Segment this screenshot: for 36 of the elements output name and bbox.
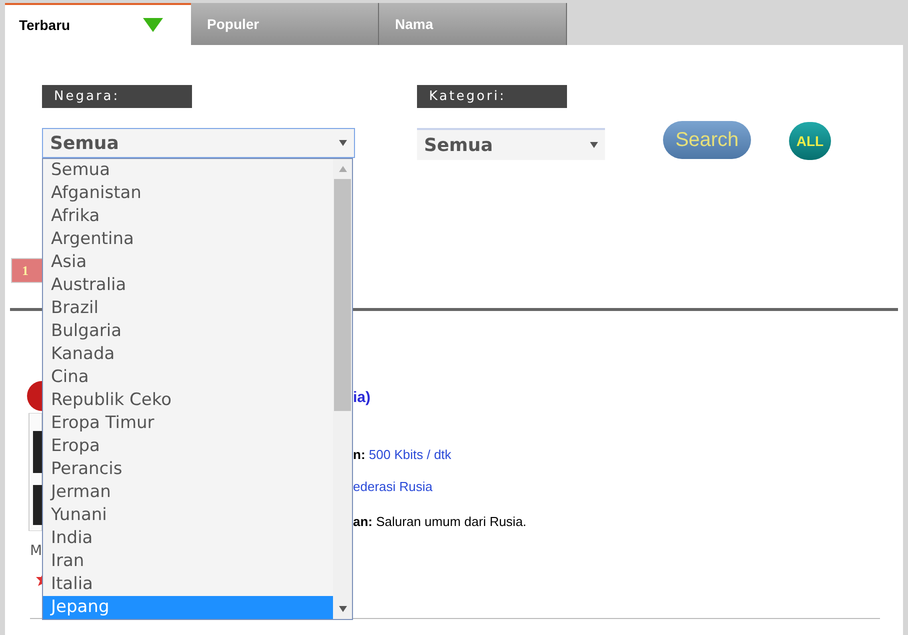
dropdown-option[interactable]: Republik Ceko bbox=[43, 389, 333, 412]
dropdown-option[interactable]: Argentina bbox=[43, 228, 333, 251]
field-label: Kategori: bbox=[417, 85, 567, 108]
dropdown-option[interactable]: Brazil bbox=[43, 297, 333, 320]
dropdown-option[interactable]: Afrika bbox=[43, 205, 333, 228]
dropdown-option[interactable]: Afganistan bbox=[43, 182, 333, 205]
country-select[interactable]: Semua bbox=[42, 128, 355, 158]
dropdown-option[interactable]: Yunani bbox=[43, 504, 333, 527]
dropdown-option[interactable]: Eropa Timur bbox=[43, 412, 333, 435]
dropdown-option[interactable]: Jerman bbox=[43, 481, 333, 504]
dropdown-option[interactable]: Kanada bbox=[43, 343, 333, 366]
dropdown-arrow-icon bbox=[590, 142, 598, 148]
scroll-down-icon bbox=[338, 606, 346, 612]
dropdown-option[interactable]: Italia bbox=[43, 573, 333, 596]
dropdown-option[interactable]: Asia bbox=[43, 251, 333, 274]
description-text: an: Saluran umum dari Rusia. bbox=[353, 512, 526, 530]
field-label: Negara: bbox=[42, 85, 192, 108]
dropdown-option[interactable]: Cina bbox=[43, 366, 333, 389]
country-link[interactable]: ederasi Rusia bbox=[353, 477, 526, 496]
tab[interactable]: Terbaru bbox=[5, 3, 191, 45]
caption: M bbox=[30, 542, 42, 561]
scroll-up-icon bbox=[338, 166, 346, 172]
dropdown-option[interactable]: Eropa bbox=[43, 435, 333, 458]
dropdown-option[interactable]: Perancis bbox=[43, 458, 333, 481]
dropdown-option[interactable]: India bbox=[43, 527, 333, 550]
station-title-link[interactable]: ia) bbox=[353, 387, 526, 410]
scroll-thumb[interactable] bbox=[334, 179, 351, 411]
dropdown-option[interactable]: Australia bbox=[43, 274, 333, 297]
caret-icon bbox=[143, 18, 163, 32]
dropdown-arrow-icon bbox=[339, 140, 347, 146]
dropdown-option[interactable]: Iran bbox=[43, 550, 333, 573]
category-select[interactable]: Semua bbox=[417, 128, 605, 160]
station-logo-icon bbox=[26, 381, 42, 411]
speed-text: n: 500 Kbits / dtk bbox=[353, 446, 452, 464]
dropdown-option[interactable]: Bulgaria bbox=[43, 320, 333, 343]
dropdown-option[interactable]: Semua bbox=[43, 159, 333, 182]
